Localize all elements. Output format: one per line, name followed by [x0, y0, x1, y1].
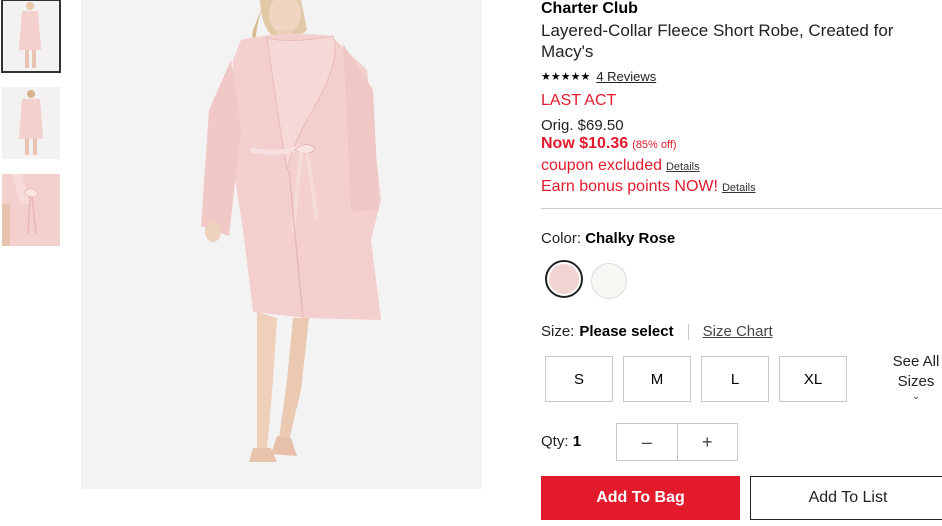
bonus-details-link[interactable]: Details — [722, 182, 756, 194]
swatch-chalky-rose[interactable] — [545, 260, 583, 298]
selected-color: Chalky Rose — [585, 230, 676, 247]
size-option-m[interactable]: M — [623, 356, 691, 402]
brand-name[interactable]: Charter Club — [541, 0, 638, 18]
sale-price: Now $10.36 (85% off) — [541, 135, 677, 153]
see-all-sizes-button[interactable]: See All Sizes ⌄ — [881, 352, 942, 402]
size-option-l[interactable]: L — [701, 356, 769, 402]
product-title: Layered-Collar Fleece Short Robe, Create… — [541, 21, 894, 61]
coupon-notice: coupon excluded Details — [541, 157, 700, 175]
original-price: Orig. $69.50 — [541, 117, 624, 134]
add-to-bag-button[interactable]: Add To Bag — [541, 476, 740, 520]
color-label: Color: — [541, 230, 582, 247]
rating-stars-icon: ★★★★★ — [541, 71, 591, 83]
quantity-stepper: – + — [616, 423, 738, 461]
size-option-xl[interactable]: XL — [779, 356, 847, 402]
sale-price-value: Now $10.36 — [541, 135, 629, 152]
bonus-text: Earn bonus points NOW! — [541, 178, 718, 195]
thumbnail-detail[interactable] — [2, 174, 60, 246]
thumbnail-front[interactable] — [1, 0, 61, 73]
quantity-label: Qty: — [541, 433, 569, 450]
size-divider — [687, 323, 689, 340]
thumbnail-back[interactable] — [2, 87, 60, 159]
size-label-row: Size: Please select Size Chart — [541, 323, 773, 340]
divider — [541, 208, 942, 209]
quantity-increase-button[interactable]: + — [676, 424, 738, 460]
coupon-details-link[interactable]: Details — [666, 161, 700, 173]
quantity-decrease-button[interactable]: – — [617, 424, 677, 460]
see-all-sizes-label: See All Sizes — [892, 353, 940, 390]
rating-row: ★★★★★ 4 Reviews — [541, 69, 656, 84]
reviews-link[interactable]: 4 Reviews — [596, 69, 656, 84]
size-chart-link[interactable]: Size Chart — [703, 323, 773, 340]
quantity-value: 1 — [572, 433, 582, 450]
selected-size: Please select — [579, 323, 674, 340]
coupon-text: coupon excluded — [541, 157, 662, 174]
size-label: Size: — [541, 323, 575, 340]
swatch-white[interactable] — [591, 263, 627, 299]
discount-percent: (85% off) — [632, 139, 677, 151]
product-image — [81, 0, 482, 489]
color-label-row: Color: Chalky Rose — [541, 230, 675, 247]
chevron-down-icon: ⌄ — [911, 391, 921, 402]
size-option-s[interactable]: S — [545, 356, 613, 402]
last-act-badge: LAST ACT — [541, 92, 617, 109]
quantity-label-row: Qty: 1 — [541, 433, 581, 450]
bonus-notice: Earn bonus points NOW! Details — [541, 178, 756, 196]
add-to-list-button[interactable]: Add To List — [750, 476, 942, 520]
